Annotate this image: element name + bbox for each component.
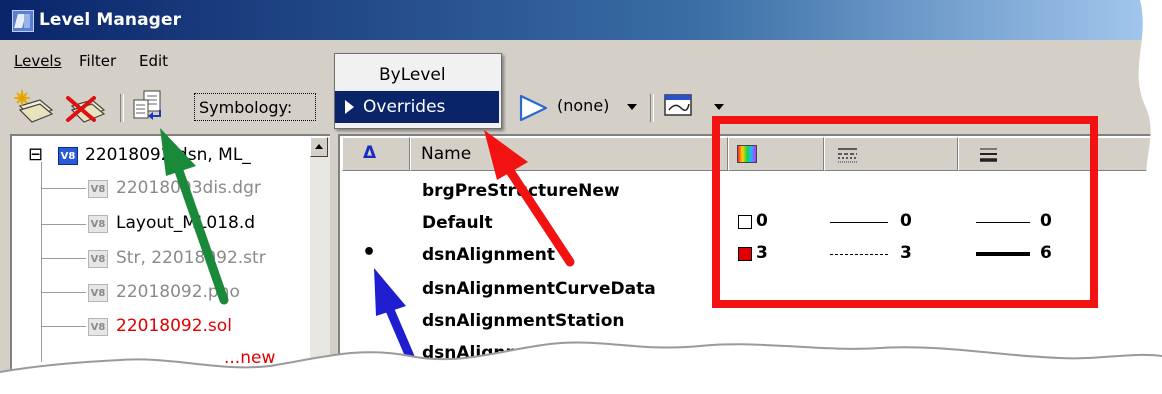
blue-arrow (374, 268, 425, 385)
level-manager-window: Level Manager Levels Filter Edit Symbolo… (0, 0, 1162, 394)
red-arrow (484, 130, 575, 267)
green-arrow (160, 128, 229, 305)
annotation-arrows (160, 128, 575, 385)
